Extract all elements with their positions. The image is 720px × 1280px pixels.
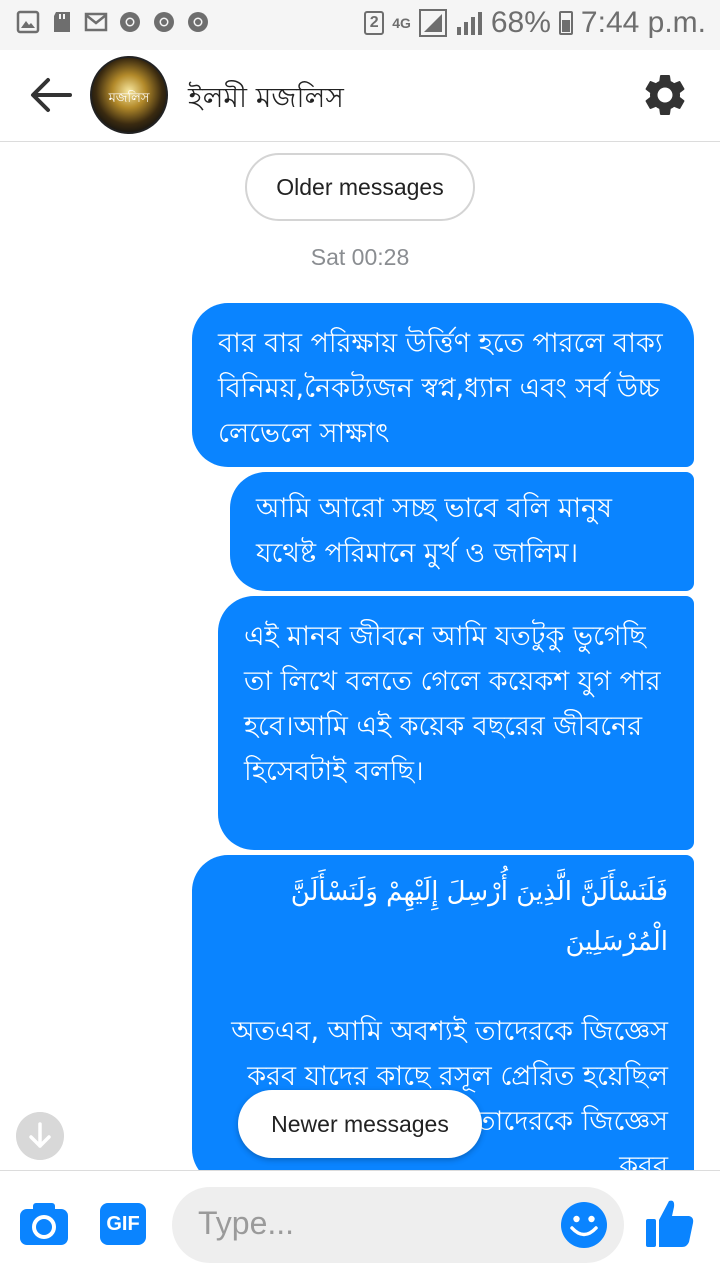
battery-icon xyxy=(558,11,573,35)
older-messages-button[interactable]: Older messages xyxy=(245,153,475,221)
gallery-icon xyxy=(16,10,40,34)
message-bubble[interactable]: বার বার পরিক্ষায় উর্ত্তিণ হতে পারলে বাক… xyxy=(192,303,694,467)
sim-slot-badge: 2 xyxy=(364,11,385,35)
message-input-placeholder: Type... xyxy=(198,1205,295,1241)
signal-icon xyxy=(456,12,482,35)
clock: 7:44 p.m. xyxy=(580,6,706,39)
network-type: 4G xyxy=(392,15,411,31)
avatar[interactable]: মজলিস xyxy=(90,56,168,134)
camera-icon[interactable] xyxy=(18,1201,70,1247)
chrome-icon xyxy=(188,12,208,32)
system-indicators: 2 4G 68% 7:44 p.m. xyxy=(364,6,706,40)
newer-messages-button[interactable]: Newer messages xyxy=(238,1090,482,1158)
chrome-icon xyxy=(154,12,174,32)
arabic-verse: فَلَنَسْأَلَنَّ الَّذِينَ أُرْسِلَ إِلَي… xyxy=(290,877,668,957)
message-bubble[interactable]: এই মানব জীবনে আমি যতটুকু ভুগেছি তা লিখে … xyxy=(218,596,694,850)
gear-icon[interactable] xyxy=(640,70,690,120)
message-timestamp: Sat 00:28 xyxy=(310,244,410,270)
avatar-label: মজলিস xyxy=(108,91,150,106)
chrome-icon xyxy=(120,12,140,32)
battery-percent: 68% xyxy=(490,6,551,39)
gif-button[interactable]: GIF xyxy=(100,1203,146,1245)
emoji-icon[interactable] xyxy=(560,1201,608,1249)
message-composer: GIF Type... xyxy=(0,1170,720,1280)
conversation-title[interactable]: ইলমী মজলিস xyxy=(188,76,344,123)
gmail-icon xyxy=(84,12,108,32)
message-bubble[interactable]: আমি আরো সচ্ছ ভাবে বলি মানুষ যথেষ্ট পরিমা… xyxy=(230,472,694,591)
scroll-down-arrow-icon[interactable] xyxy=(16,1112,64,1160)
back-arrow-icon[interactable] xyxy=(26,72,76,118)
sd-card-icon xyxy=(54,12,70,32)
thumbs-up-icon[interactable] xyxy=(644,1197,696,1249)
message-input[interactable]: Type... xyxy=(172,1187,624,1263)
signal-icon xyxy=(418,9,447,37)
notification-icons xyxy=(16,10,210,34)
conversation-header: মজলিস ইলমী মজলিস xyxy=(0,50,720,142)
status-bar: 2 4G 68% 7:44 p.m. xyxy=(0,0,720,50)
